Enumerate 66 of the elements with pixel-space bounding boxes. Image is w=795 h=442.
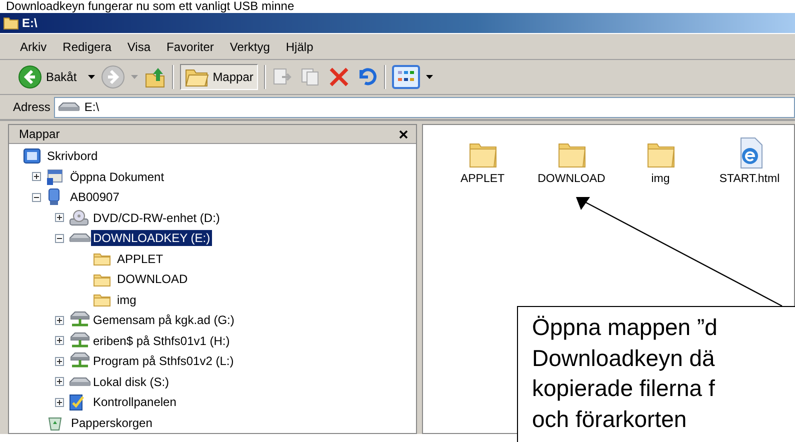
- expand-toggle[interactable]: [55, 356, 64, 366]
- tree-item[interactable]: Papperskorgen: [69, 414, 154, 431]
- tree-item[interactable]: Lokal disk (S:): [91, 374, 172, 390]
- collapse-toggle[interactable]: [32, 192, 41, 202]
- drive-icon: [69, 376, 91, 388]
- callout-text: Downloadkeyn dä: [532, 344, 715, 373]
- tree-item[interactable]: Öppna Dokument: [68, 168, 166, 185]
- caret-icon[interactable]: [88, 75, 95, 79]
- menu-item[interactable]: Arkiv: [14, 38, 53, 56]
- network-drive-icon: [69, 311, 91, 330]
- address-field[interactable]: E:\: [54, 96, 795, 118]
- network-drive-icon: [69, 352, 91, 370]
- expand-toggle[interactable]: [32, 172, 41, 182]
- disc-drive-icon: [69, 210, 89, 226]
- close-icon[interactable]: [399, 130, 408, 138]
- computer-icon: [46, 188, 62, 206]
- folder-icon: [93, 272, 111, 287]
- back-button[interactable]: Bakåt: [13, 64, 82, 90]
- tree-item[interactable]: DOWNLOADKEY (E:): [91, 230, 212, 246]
- menu-item[interactable]: Favoriter: [160, 38, 220, 56]
- file-name[interactable]: START.html: [719, 173, 780, 185]
- folder-icon: [3, 16, 19, 30]
- tree-item[interactable]: DOWNLOAD: [115, 271, 190, 288]
- expand-toggle[interactable]: [55, 377, 64, 386]
- network-drive-icon: [69, 332, 91, 350]
- tree-item[interactable]: DVD/CD-RW-enhet (D:): [91, 210, 222, 226]
- tree-item[interactable]: AB00907: [68, 189, 122, 206]
- tree-item[interactable]: Skrivbord: [45, 148, 100, 164]
- tree-item[interactable]: Program på Sthfs01v2 (L:): [91, 353, 236, 370]
- folder-icon: [93, 292, 111, 308]
- menu-item[interactable]: Hjälp: [280, 38, 320, 56]
- folders-button[interactable]: Mappar: [180, 64, 258, 90]
- expand-toggle[interactable]: [55, 213, 64, 222]
- folder-icon: [93, 251, 111, 266]
- expand-toggle[interactable]: [55, 398, 64, 407]
- drive-icon: [69, 232, 91, 244]
- menu-item[interactable]: Visa: [121, 38, 157, 56]
- address-label: Adress: [13, 100, 50, 114]
- file-name[interactable]: DOWNLOAD: [538, 173, 606, 185]
- caption-text: Downloadkeyn fungerar nu som ett vanligt USB minne: [5, 0, 296, 13]
- desktop-icon: [23, 148, 41, 164]
- file-name[interactable]: APPLET: [460, 173, 505, 185]
- tree-item[interactable]: eriben$ på Sthfs01v1 (H:): [91, 332, 232, 349]
- tree-item[interactable]: img: [115, 292, 138, 308]
- collapse-toggle[interactable]: [55, 234, 64, 243]
- control-panel-icon: [69, 393, 87, 412]
- recycle-bin-icon: [47, 414, 63, 431]
- file-name[interactable]: img: [651, 173, 670, 185]
- delete-icon[interactable]: [328, 66, 350, 88]
- pane-title: Mappar: [19, 127, 60, 141]
- drive-icon: [58, 101, 80, 113]
- menu-item[interactable]: Redigera: [56, 38, 118, 56]
- callout-text: och förarkorten: [532, 404, 687, 434]
- documents-icon: [46, 168, 64, 186]
- expand-toggle[interactable]: [55, 316, 64, 325]
- caret-icon[interactable]: [426, 75, 434, 79]
- menu-item[interactable]: Verktyg: [224, 38, 276, 56]
- tree-item[interactable]: Kontrollpanelen: [91, 394, 178, 410]
- callout-text: Öppna mappen ”d: [532, 313, 718, 342]
- expand-toggle[interactable]: [55, 336, 64, 346]
- window-title: E:\: [22, 16, 38, 30]
- tree-item[interactable]: Gemensam på kgk.ad (G:): [91, 312, 236, 328]
- tree-item[interactable]: APPLET: [115, 250, 166, 267]
- folder-icon: [184, 67, 209, 87]
- views-icon[interactable]: [392, 65, 420, 89]
- callout-text: kopierade filerna f: [532, 374, 715, 403]
